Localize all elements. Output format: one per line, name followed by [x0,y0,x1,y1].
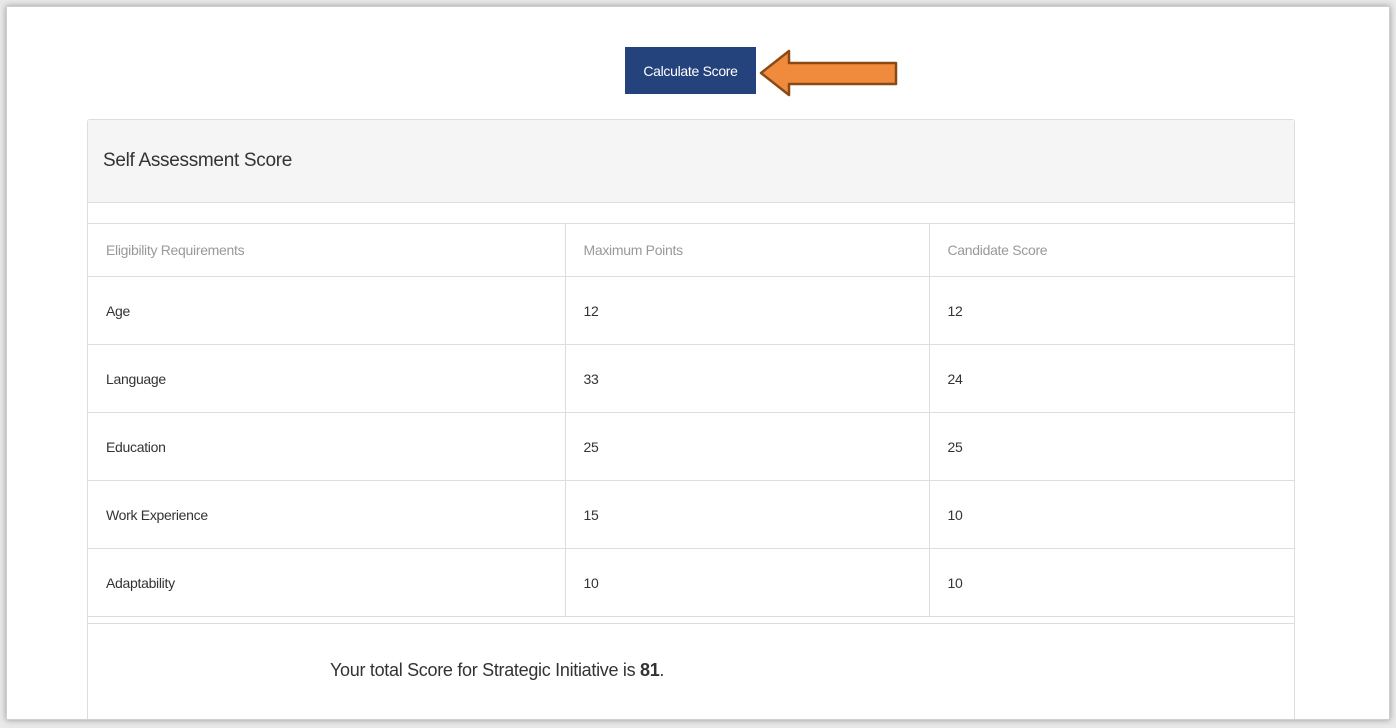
calculate-score-button[interactable]: Calculate Score [625,47,756,94]
arrow-left-icon [759,49,898,97]
max-points-cell: 10 [564,548,930,617]
header-maximum-points: Maximum Points [564,223,930,277]
max-points-cell: 33 [564,344,930,413]
requirement-cell: Age [88,276,566,345]
table-row: Age 12 12 [88,276,1294,345]
page-frame: Calculate Score Self Assessment Score El… [6,6,1390,720]
total-score-prefix: Your total Score for Strategic Initiativ… [330,660,640,680]
table-row: Education 25 25 [88,412,1294,481]
candidate-score-cell: 10 [928,480,1294,549]
table-row: Adaptability 10 10 [88,548,1294,617]
requirement-cell: Adaptability [88,548,566,617]
requirement-cell: Work Experience [88,480,566,549]
table-row: Work Experience 15 10 [88,480,1294,549]
max-points-cell: 15 [564,480,930,549]
table-row: Language 33 24 [88,344,1294,413]
panel-title: Self Assessment Score [88,120,1294,203]
max-points-cell: 25 [564,412,930,481]
total-score-text: Your total Score for Strategic Initiativ… [330,660,664,681]
table-header-row: Eligibility Requirements Maximum Points … [88,223,1294,277]
total-score-value: 81 [640,660,660,680]
max-points-cell: 12 [564,276,930,345]
requirement-cell: Language [88,344,566,413]
candidate-score-cell: 25 [928,412,1294,481]
panel-gap [88,203,1294,223]
candidate-score-cell: 12 [928,276,1294,345]
self-assessment-panel: Self Assessment Score Eligibility Requir… [87,119,1295,719]
requirement-cell: Education [88,412,566,481]
candidate-score-cell: 10 [928,548,1294,617]
candidate-score-cell: 24 [928,344,1294,413]
total-score-section: Your total Score for Strategic Initiativ… [88,623,1294,719]
header-candidate-score: Candidate Score [928,223,1294,277]
score-table: Eligibility Requirements Maximum Points … [88,223,1294,617]
total-score-suffix: . [659,660,665,680]
header-eligibility-requirements: Eligibility Requirements [88,223,566,277]
